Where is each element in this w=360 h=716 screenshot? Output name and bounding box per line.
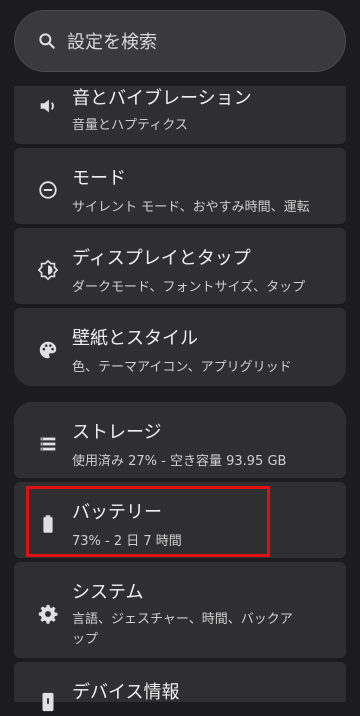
storage-icon [34,430,62,458]
highlight-box [26,486,270,557]
brightness-icon [34,256,62,284]
item-title: 壁紙とスタイル [72,328,198,349]
item-title: ディスプレイとタップ [72,248,251,269]
settings-item-device-info[interactable]: デバイス情報 [14,662,346,712]
item-subtitle: 音量とハプティクス [72,118,188,133]
item-subtitle: 色、テーマアイコン、アプリグリッド [72,360,292,375]
item-title: デバイス情報 [72,682,180,703]
speaker-icon [34,92,62,120]
settings-item-system[interactable]: システム 言語、ジェスチャー、時間、バックアップ [14,562,346,658]
search-icon [37,31,57,51]
item-title: ストレージ [72,422,162,443]
settings-item-storage[interactable]: ストレージ 使用済み 27% - 空き容量 93.95 GB [14,402,346,478]
search-bar[interactable]: 設定を検索 [14,10,346,72]
item-title: 音とバイブレーション [72,88,252,109]
item-subtitle: 使用済み 27% - 空き容量 93.95 GB [72,454,287,469]
item-subtitle: ダークモード、フォントサイズ、タップ [72,280,306,295]
search-placeholder: 設定を検索 [67,32,157,53]
phone-icon [34,688,62,716]
gear-icon [34,600,62,628]
settings-item-modes[interactable]: モード サイレント モード、おやすみ時間、運転 [14,148,346,224]
item-subtitle: サイレント モード、おやすみ時間、運転 [72,200,310,215]
palette-icon [34,336,62,364]
mode-circle-icon [34,176,62,204]
item-subtitle: 言語、ジェスチャー、時間、バックアップ [72,612,293,647]
settings-item-display[interactable]: ディスプレイとタップ ダークモード、フォントサイズ、タップ [14,228,346,304]
settings-item-sound[interactable]: 音とバイブレーション 音量とハプティクス [14,86,346,144]
item-title: システム [72,582,144,603]
settings-item-wallpaper[interactable]: 壁紙とスタイル 色、テーマアイコン、アプリグリッド [14,308,346,386]
item-title: モード [72,168,126,189]
